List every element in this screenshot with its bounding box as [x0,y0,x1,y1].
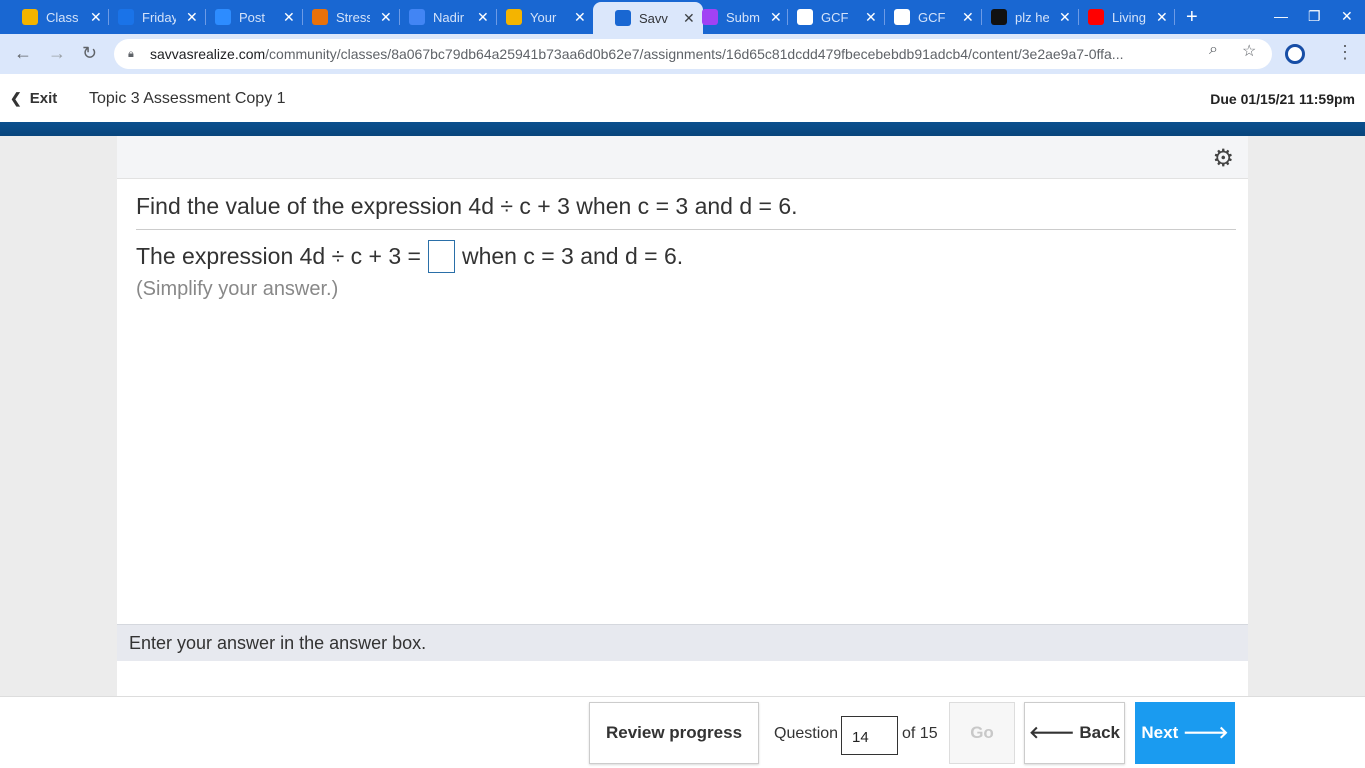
question-label: Question [774,725,839,742]
answer-input[interactable] [427,240,455,273]
reload-icon[interactable]: ↻ [82,43,97,64]
back-label: Back [1079,723,1120,742]
zoom-icon [215,9,231,25]
person-icon [312,9,328,25]
savvas-icon [615,10,631,26]
arrow-right-icon: 🡒 [1183,723,1229,742]
minimize-icon[interactable]: — [1274,8,1288,24]
lock-icon: 🔒︎ [128,48,134,60]
google-icon [797,9,813,25]
brainly-icon [702,9,718,25]
panel-toolbar: ⚙ [117,136,1248,179]
browser-tab[interactable]: Stress ✕ [290,4,400,30]
browser-tab[interactable]: Class ✕ [0,4,110,30]
assessment-title: Topic 3 Assessment Copy 1 [89,90,286,107]
person-icon [118,9,134,25]
classroom-icon [506,9,522,25]
window-close-icon[interactable]: ✕ [1341,8,1353,25]
browser-tab-strip: Class ✕ Friday ✕ Post ✕ Stress ✕ Nadir ✕ Your… [0,0,1365,34]
close-icon[interactable]: ✕ [1156,9,1168,26]
google-icon [894,9,910,25]
due-date: Due 01/15/21 11:59pm [1210,91,1355,107]
browser-tab[interactable]: Your ✕ [484,4,594,30]
browser-tab[interactable]: Nadir ✕ [387,4,497,30]
browser-tab[interactable]: plz he ✕ [969,4,1079,30]
browser-tab[interactable]: Post ✕ [193,4,303,30]
profile-avatar[interactable] [1285,44,1305,64]
gear-icon[interactable]: ⚙ [1212,144,1234,173]
address-bar[interactable]: 🔒︎ savvasrealize.com/community/classes/8… [114,39,1272,69]
new-tab-icon[interactable]: + [1186,6,1198,29]
exit-label: Exit [29,90,58,107]
go-button[interactable]: Go [949,702,1015,764]
arrow-left-icon: 🡐 [1029,723,1075,742]
header-accent-bar [0,122,1365,136]
next-button[interactable]: Next 🡒 [1135,702,1235,764]
star-icon[interactable]: ☆ [1242,41,1256,61]
question-total: of 15 [902,725,938,742]
browser-tab[interactable]: GCF ✕ [872,4,982,30]
answer-line: The expression 4d ÷ c + 3 = when c = 3 a… [136,240,683,273]
question-prompt: Find the value of the expression 4d ÷ c … [136,193,798,219]
browser-tab[interactable]: Subm ✕ [680,4,790,30]
hint-text: (Simplify your answer.) [136,278,339,300]
url-host: savvasrealize.com [150,46,266,62]
app-header: ❮ Exit Topic 3 Assessment Copy 1 Due 01/… [0,74,1365,122]
back-button[interactable]: 🡐 Back [1024,702,1125,764]
url-path: /community/classes/8a067bc79db64a25941b7… [265,46,1124,62]
zoom-icon[interactable]: ⌕ [1209,41,1218,59]
brainly-b-icon [991,9,1007,25]
browser-toolbar: ← → ↻ 🔒︎ savvasrealize.com/community/cla… [0,34,1365,74]
restore-icon[interactable]: ❐ [1308,8,1321,25]
question-panel: ⚙ Find the value of the expression 4d ÷ … [117,136,1248,696]
chevron-left-icon: ❮ [10,90,22,106]
close-icon[interactable]: ✕ [574,9,586,26]
question-number-input[interactable] [841,716,898,755]
browser-tab[interactable]: GCF ✕ [775,4,885,30]
classroom-icon [22,9,38,25]
answer-prefix: The expression 4d ÷ c + 3 = [136,243,421,269]
next-label: Next [1141,723,1179,742]
back-arrow-icon[interactable]: ← [14,43,32,64]
exit-button[interactable]: ❮ Exit [10,90,57,107]
menu-icon[interactable]: ⋮ [1336,42,1354,63]
divider [136,229,1236,230]
forward-arrow-icon[interactable]: → [48,43,66,64]
browser-tab[interactable]: Living ✕ [1066,4,1176,30]
footer-nav: Review progress Question of 15 Go 🡐 Back… [0,696,1365,768]
browser-tab[interactable]: Friday ✕ [96,4,206,30]
instruction-bar: Enter your answer in the answer box. [117,624,1248,661]
answer-suffix: when c = 3 and d = 6. [461,243,684,269]
docs-icon [409,9,425,25]
youtube-icon [1088,9,1104,25]
review-progress-button[interactable]: Review progress [589,702,759,764]
